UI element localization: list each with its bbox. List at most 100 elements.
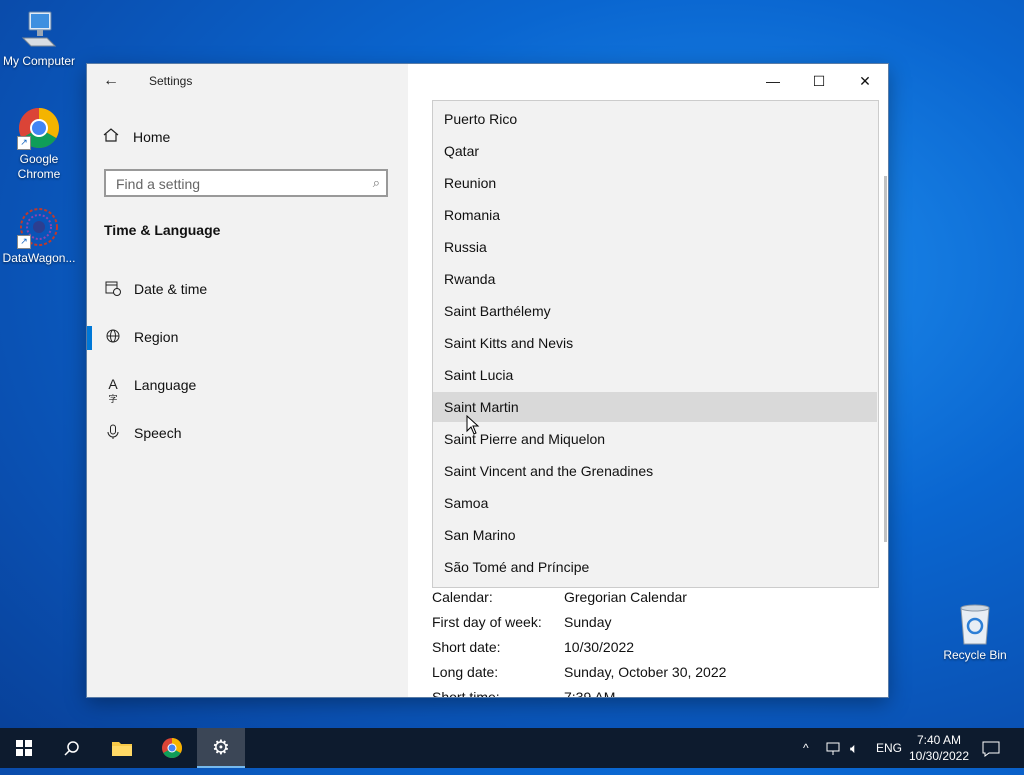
nav-item-date-time[interactable]: Date & time — [87, 270, 408, 310]
folder-icon — [112, 742, 132, 756]
computer-icon — [17, 8, 61, 52]
back-arrow-icon[interactable]: ← — [103, 72, 119, 90]
mouse-cursor — [466, 415, 480, 435]
start-button[interactable] — [0, 728, 48, 768]
microphone-icon — [104, 424, 122, 442]
dropdown-option-label: Puerto Rico — [444, 111, 518, 127]
home-icon — [103, 128, 123, 145]
network-icon[interactable] — [826, 728, 842, 768]
dropdown-option[interactable]: Saint Vincent and the Grenadines — [433, 456, 877, 486]
dropdown-option-label: Saint Lucia — [444, 367, 514, 383]
nav-item-region[interactable]: Region — [87, 318, 408, 358]
input-language-indicator[interactable]: ENG — [876, 728, 902, 768]
desktop-icon-datawagon[interactable]: ↗ DataWagon... — [0, 205, 81, 266]
dropdown-option[interactable]: Reunion — [433, 168, 877, 198]
format-info-row: First day of week: Sunday — [432, 614, 872, 636]
format-info-value: 10/30/2022 — [564, 639, 635, 655]
dropdown-option-label: Saint Martin — [444, 399, 519, 415]
dropdown-option-label: Qatar — [444, 143, 480, 159]
nav-home[interactable]: Home — [103, 128, 170, 145]
dropdown-option-label: Samoa — [444, 495, 489, 511]
settings-nav-pane: ← Settings Home Find a setting ⌕ Time & … — [87, 64, 408, 697]
chrome-taskbar-button[interactable] — [148, 728, 196, 768]
search-placeholder: Find a setting — [116, 176, 201, 192]
close-button[interactable]: ✕ — [842, 64, 888, 98]
dropdown-option-label: San Marino — [444, 527, 516, 543]
chrome-icon — [162, 738, 182, 758]
chrome-icon: ↗ — [17, 106, 61, 150]
search-input[interactable]: Find a setting ⌕ — [104, 169, 388, 197]
nav-item-speech[interactable]: Speech — [87, 414, 408, 454]
format-info-value: Sunday — [564, 614, 612, 630]
format-info-key: Calendar: — [432, 589, 493, 605]
shortcut-arrow-icon: ↗ — [17, 136, 31, 150]
nav-item-label: Language — [134, 377, 197, 393]
dropdown-option[interactable]: Saint Pierre and Miquelon — [433, 424, 877, 454]
desktop-icon-label: Recycle Bin — [943, 648, 1007, 662]
show-hidden-icons-button[interactable]: ^ — [803, 728, 809, 768]
desktop-icon-google-chrome[interactable]: ↗ Google Chrome — [0, 106, 81, 182]
desktop-icon-label: Google Chrome — [17, 152, 61, 181]
maximize-button[interactable]: ☐ — [796, 64, 842, 98]
windows-logo-icon — [16, 740, 32, 756]
desktop-icon-label: DataWagon... — [2, 251, 76, 265]
dropdown-option[interactable]: São Tomé and Príncipe — [433, 552, 877, 582]
dropdown-option-label: Russia — [444, 239, 487, 255]
dropdown-option-label: Romania — [444, 207, 501, 223]
format-info-value: Gregorian Calendar — [564, 589, 687, 605]
shortcut-arrow-icon: ↗ — [17, 235, 31, 249]
format-info-key: Long date: — [432, 664, 499, 680]
format-info-row: Calendar: Gregorian Calendar — [432, 589, 872, 611]
globe-icon — [104, 328, 122, 346]
action-center-icon[interactable] — [982, 728, 1000, 768]
dropdown-option-label: Saint Kitts and Nevis — [444, 335, 574, 351]
recycle-bin-icon — [953, 602, 997, 646]
search-icon — [64, 741, 79, 756]
volume-icon[interactable]: 🔈︎ — [850, 728, 858, 768]
dropdown-option-label: Saint Barthélemy — [444, 303, 551, 319]
section-title: Time & Language — [104, 222, 221, 238]
minimize-button[interactable]: — — [750, 64, 796, 98]
dropdown-option[interactable]: Qatar — [433, 136, 877, 166]
desktop-icon-my-computer[interactable]: My Computer — [0, 8, 81, 69]
dropdown-option[interactable]: Puerto Rico — [433, 104, 877, 134]
content-scrollbar[interactable] — [884, 176, 887, 542]
dropdown-option[interactable]: Romania — [433, 200, 877, 230]
country-region-dropdown-list[interactable]: São Tomé and Príncipe San Marino Samoa Sain… — [432, 100, 879, 588]
nav-item-label: Region — [134, 329, 179, 345]
format-info-value: 7:39 AM — [564, 689, 616, 697]
calendar-clock-icon — [104, 280, 122, 298]
settings-window: ← Settings Home Find a setting ⌕ Time & … — [87, 64, 888, 697]
dropdown-option-label: Reunion — [444, 175, 497, 191]
dropdown-option-label: Rwanda — [444, 271, 496, 287]
dropdown-option-label: Saint Vincent and the Grenadines — [444, 463, 654, 479]
search-icon: ⌕ — [372, 175, 380, 190]
clock-time: 7:40 AM — [916, 733, 962, 747]
dropdown-option-label: São Tomé and Príncipe — [444, 559, 590, 575]
desktop-icon-recycle-bin[interactable]: Recycle Bin — [933, 602, 1017, 663]
format-info-key: Short time: — [432, 689, 500, 697]
dropdown-option[interactable]: Saint Kitts and Nevis — [433, 328, 877, 358]
settings-taskbar-button[interactable]: ⚙ — [197, 728, 245, 768]
window-title: Settings — [149, 74, 193, 88]
dropdown-option[interactable]: Saint Lucia — [433, 360, 877, 390]
dropdown-option[interactable]: San Marino — [433, 520, 877, 550]
dropdown-option[interactable]: Samoa — [433, 488, 877, 518]
nav-home-label: Home — [133, 129, 171, 145]
clock-date: 10/30/2022 — [908, 749, 970, 763]
format-info-key: First day of week: — [432, 614, 542, 630]
dropdown-option[interactable]: Russia — [433, 232, 877, 262]
dropdown-option[interactable]: Saint Barthélemy — [433, 296, 877, 326]
search-taskbar-button[interactable] — [48, 728, 96, 768]
nav-item-language[interactable]: A字 Language — [87, 366, 408, 406]
format-info-row: Short date: 10/30/2022 — [432, 639, 872, 661]
taskbar-clock[interactable]: 7:40 AM 10/30/2022 — [903, 732, 975, 764]
format-info-row: Short time: 7:39 AM — [432, 689, 872, 697]
desktop-icon-label: My Computer — [2, 54, 76, 68]
gear-icon: ⚙ — [212, 737, 230, 759]
format-info-value: Sunday, October 30, 2022 — [564, 664, 727, 680]
dropdown-option[interactable]: Saint Martin — [433, 392, 877, 422]
dropdown-option[interactable]: Rwanda — [433, 264, 877, 294]
settings-content-pane: — ☐ ✕ São Tomé and Príncipe San Marino Sam… — [408, 64, 888, 697]
file-explorer-button[interactable] — [98, 728, 146, 768]
